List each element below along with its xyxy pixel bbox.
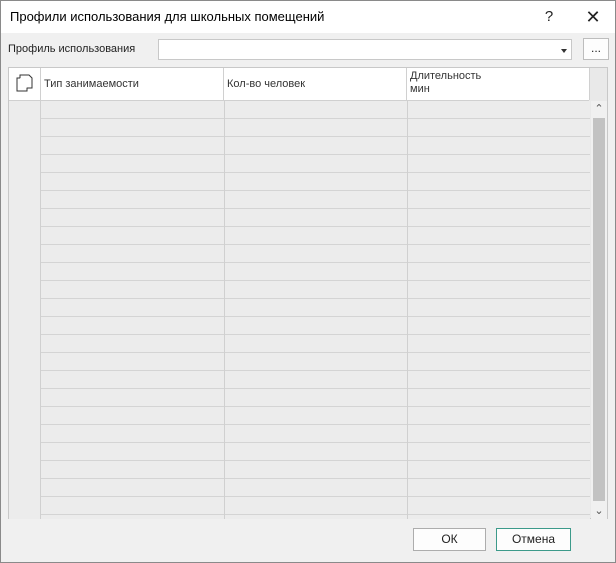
column-header-occupancy-type[interactable]: Тип занимаемости — [41, 68, 224, 100]
copy-rows-button[interactable] — [9, 68, 41, 100]
scroll-thumb[interactable] — [593, 118, 605, 501]
scroll-down-icon[interactable]: ⌄ — [591, 503, 607, 519]
dialog-window: Профили использования для школьных помещ… — [0, 0, 616, 563]
ok-button[interactable]: ОК — [413, 528, 486, 551]
occupancy-table: Тип занимаемости Кол-во человек Длительн… — [8, 67, 608, 519]
profile-dropdown[interactable] — [158, 39, 572, 60]
scroll-up-icon[interactable]: ⌃ — [591, 101, 607, 117]
column-divider — [407, 101, 408, 519]
help-button[interactable]: ? — [536, 5, 562, 29]
cancel-button[interactable]: Отмена — [496, 528, 571, 551]
column-header-people-count[interactable]: Кол-во человек — [224, 68, 407, 100]
vertical-scrollbar[interactable]: ⌃ ⌄ — [591, 101, 607, 519]
profile-label: Профиль использования — [8, 43, 136, 55]
copy-icon — [16, 74, 33, 92]
chevron-down-icon — [561, 49, 567, 53]
column-header-duration[interactable]: Длительность мин — [407, 68, 590, 100]
row-header-column — [9, 101, 41, 519]
dialog-title: Профили использования для школьных помещ… — [10, 9, 325, 24]
title-bar: Профили использования для школьных помещ… — [1, 1, 615, 33]
browse-button[interactable]: ... — [583, 38, 609, 60]
table-body[interactable] — [41, 101, 590, 519]
close-button[interactable]: ✕ — [580, 5, 606, 29]
column-divider — [224, 101, 225, 519]
table-header: Тип занимаемости Кол-во человек Длительн… — [9, 68, 590, 101]
